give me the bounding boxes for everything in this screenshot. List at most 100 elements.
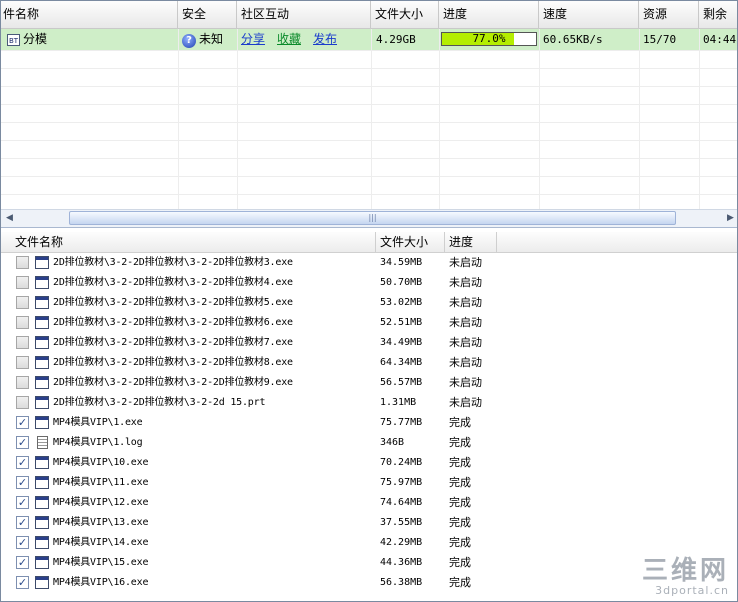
file-name: MP4模具VIP\13.exe	[53, 517, 149, 528]
file-checkbox[interactable]: ✓	[16, 516, 29, 529]
task-name: 分模	[23, 32, 48, 46]
file-size: 37.55MB	[380, 517, 423, 528]
task-row[interactable]: BT 分模 ? 未知 分享 收藏 发布 4.29GB 77.0% 60.65KB…	[1, 29, 737, 50]
file-row[interactable]: 2D排位教材\3-2-2D排位教材\3-2-2D排位教材7.exe 34.49MB…	[1, 333, 737, 353]
file-status: 完成	[449, 496, 471, 509]
file-name: MP4模具VIP\1.log	[53, 437, 143, 448]
bt-task-icon: BT	[7, 29, 20, 50]
exe-file-icon	[35, 516, 49, 529]
file-checkbox[interactable]: ✓	[16, 496, 29, 509]
publish-link[interactable]: 发布	[313, 29, 337, 50]
file-status: 未启动	[449, 276, 482, 289]
exe-file-icon	[35, 376, 49, 389]
file-row[interactable]: ✓ MP4模具VIP\10.exe 70.24MB 完成	[1, 453, 737, 473]
file-name: 2D排位教材\3-2-2D排位教材\3-2-2d 15.prt	[53, 397, 266, 408]
file-checkbox[interactable]: ✓	[16, 436, 29, 449]
file-row[interactable]: ✓ MP4模具VIP\13.exe 37.55MB 完成	[1, 513, 737, 533]
file-row[interactable]: 2D排位教材\3-2-2D排位教材\3-2-2D排位教材4.exe 50.70MB…	[1, 273, 737, 293]
file-checkbox[interactable]	[16, 376, 29, 389]
exe-file-icon	[35, 396, 49, 409]
file-size: 53.02MB	[380, 297, 423, 308]
file-row[interactable]: 2D排位教材\3-2-2D排位教材\3-2-2D排位教材5.exe 53.02MB…	[1, 293, 737, 313]
share-link[interactable]: 分享	[241, 29, 265, 50]
column-security[interactable]: 安全	[178, 1, 237, 28]
file-size: 56.57MB	[380, 377, 423, 388]
file-status: 未启动	[449, 336, 482, 349]
file-checkbox[interactable]	[16, 256, 29, 269]
file-row[interactable]: ✓ MP4模具VIP\12.exe 74.64MB 完成	[1, 493, 737, 513]
file-row[interactable]: 2D排位教材\3-2-2D排位教材\3-2-2D排位教材6.exe 52.51MB…	[1, 313, 737, 333]
file-row[interactable]: 2D排位教材\3-2-2D排位教材\3-2-2D排位教材8.exe 64.34MB…	[1, 353, 737, 373]
file-checkbox[interactable]	[16, 276, 29, 289]
file-status: 完成	[449, 516, 471, 529]
file-checkbox[interactable]	[16, 356, 29, 369]
file-name: 2D排位教材\3-2-2D排位教材\3-2-2D排位教材8.exe	[53, 357, 293, 368]
column-speed[interactable]: 速度	[539, 1, 639, 28]
task-remaining: 04:44	[703, 33, 737, 46]
file-name: 2D排位教材\3-2-2D排位教材\3-2-2D排位教材4.exe	[53, 277, 293, 288]
file-size: 44.36MB	[380, 557, 423, 568]
column-community[interactable]: 社区互动	[237, 1, 371, 28]
file-checkbox[interactable]: ✓	[16, 476, 29, 489]
column-file-name[interactable]: 文件名称	[11, 232, 376, 252]
question-shield-icon: ?	[182, 29, 196, 50]
file-status: 完成	[449, 436, 471, 449]
file-row[interactable]: ✓ MP4模具VIP\16.exe 56.38MB 完成	[1, 573, 737, 593]
file-status: 未启动	[449, 316, 482, 329]
file-size: 346B	[380, 437, 405, 448]
file-checkbox[interactable]: ✓	[16, 416, 29, 429]
file-checkbox[interactable]	[16, 396, 29, 409]
exe-file-icon	[35, 416, 49, 429]
file-name: 2D排位教材\3-2-2D排位教材\3-2-2D排位教材3.exe	[53, 257, 293, 268]
file-row[interactable]: ✓ MP4模具VIP\11.exe 75.97MB 完成	[1, 473, 737, 493]
column-file-size[interactable]: 文件大小	[376, 232, 445, 252]
column-progress[interactable]: 进度	[439, 1, 539, 28]
file-checkbox[interactable]	[16, 316, 29, 329]
file-row[interactable]: 2D排位教材\3-2-2D排位教材\3-2-2d 15.prt 1.31MB 未启动	[1, 393, 737, 413]
column-size[interactable]: 文件大小	[371, 1, 439, 28]
file-row[interactable]: ✓ MP4模具VIP\15.exe 44.36MB 完成	[1, 553, 737, 573]
file-name: 2D排位教材\3-2-2D排位教材\3-2-2D排位教材9.exe	[53, 377, 293, 388]
download-window: 件名称 安全 社区互动 文件大小 进度 速度 资源 剩余 BT 分模 ? 未知 …	[0, 0, 738, 602]
file-status: 完成	[449, 536, 471, 549]
file-checkbox[interactable]: ✓	[16, 456, 29, 469]
file-checkbox[interactable]: ✓	[16, 576, 29, 589]
file-row[interactable]: 2D排位教材\3-2-2D排位教材\3-2-2D排位教材3.exe 34.59MB…	[1, 253, 737, 273]
exe-file-icon	[35, 536, 49, 549]
file-row[interactable]: ✓ MP4模具VIP\1.log 346B 完成	[1, 433, 737, 453]
file-status: 未启动	[449, 376, 482, 389]
column-sources[interactable]: 资源	[639, 1, 699, 28]
exe-file-icon	[35, 476, 49, 489]
file-row[interactable]: 2D排位教材\3-2-2D排位教材\3-2-2D排位教材9.exe 56.57MB…	[1, 373, 737, 393]
file-size: 42.29MB	[380, 537, 423, 548]
file-size: 74.64MB	[380, 497, 423, 508]
file-size: 34.59MB	[380, 257, 423, 268]
file-checkbox[interactable]: ✓	[16, 556, 29, 569]
column-file-progress[interactable]: 进度	[445, 232, 497, 252]
file-checkbox[interactable]	[16, 336, 29, 349]
exe-file-icon	[35, 296, 49, 309]
file-list-header: 文件名称 文件大小 进度	[1, 232, 737, 253]
file-name: MP4模具VIP\10.exe	[53, 457, 149, 468]
file-size: 64.34MB	[380, 357, 423, 368]
file-name: 2D排位教材\3-2-2D排位教材\3-2-2D排位教材7.exe	[53, 337, 293, 348]
column-name[interactable]: 件名称	[1, 1, 178, 28]
scroll-right-icon[interactable]: ▶	[723, 211, 737, 226]
file-size: 56.38MB	[380, 577, 423, 588]
file-row[interactable]: ✓ MP4模具VIP\14.exe 42.29MB 完成	[1, 533, 737, 553]
file-row[interactable]: ✓ MP4模具VIP\1.exe 75.77MB 完成	[1, 413, 737, 433]
scroll-left-icon[interactable]: ◀	[2, 211, 17, 226]
scroll-thumb[interactable]: |||	[69, 211, 676, 225]
file-checkbox[interactable]	[16, 296, 29, 309]
file-checkbox[interactable]: ✓	[16, 536, 29, 549]
file-name: MP4模具VIP\11.exe	[53, 477, 149, 488]
favorite-link[interactable]: 收藏	[277, 29, 301, 50]
task-progress-bar: 77.0%	[441, 32, 537, 46]
file-size: 1.31MB	[380, 397, 417, 408]
horizontal-scrollbar[interactable]: ◀ ||| ▶	[1, 209, 737, 227]
column-remaining[interactable]: 剩余	[699, 1, 737, 28]
log-file-icon	[37, 436, 48, 449]
exe-file-icon	[35, 496, 49, 509]
exe-file-icon	[35, 256, 49, 269]
file-size: 50.70MB	[380, 277, 423, 288]
